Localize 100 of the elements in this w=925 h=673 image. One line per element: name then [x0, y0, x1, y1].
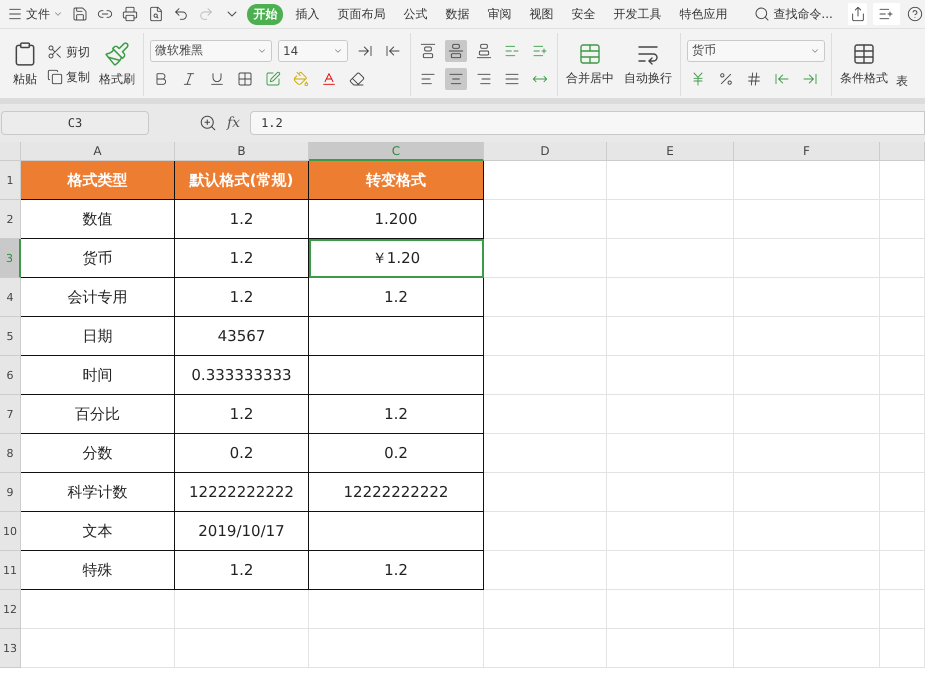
hash-icon [746, 70, 762, 86]
column-header[interactable] [880, 142, 925, 161]
wrap-button[interactable]: 自动换行 [622, 40, 674, 89]
row-header[interactable]: 1 [0, 161, 21, 200]
row-header[interactable]: 9 [0, 473, 21, 512]
select-all-corner[interactable] [0, 142, 21, 161]
table-cell: 百分比 [21, 395, 175, 434]
merge-button[interactable]: 合并居中 [564, 40, 616, 89]
table-cell: 0.333333333 [175, 356, 309, 395]
conditional-format-button[interactable]: 条件格式 [838, 40, 890, 89]
align-icon [476, 42, 492, 58]
align-icon [448, 42, 464, 58]
number-format-field[interactable]: 货币 [687, 40, 825, 62]
ribbon-tab[interactable]: 插入 [289, 4, 326, 24]
copy-button[interactable]: 复制 [46, 68, 91, 86]
table-cell: 43567 [175, 317, 309, 356]
list-icon [878, 6, 894, 22]
search-icon [754, 6, 770, 22]
function-button[interactable]: fx [227, 115, 240, 131]
undo-icon [173, 6, 190, 22]
cut-button[interactable]: 剪切 [46, 42, 91, 62]
table-cell: 1.2 [309, 395, 484, 434]
font-name-field[interactable]: 微软雅黑 [150, 40, 272, 62]
ribbon-tab[interactable]: 视图 [523, 4, 560, 24]
column-title: 默认格式(常规) [175, 161, 309, 200]
ribbon-tab[interactable]: 开发工具 [607, 4, 668, 24]
table-cell: 分数 [21, 434, 175, 473]
scissors-icon [47, 44, 63, 60]
table-cell: 1.2 [309, 278, 484, 317]
row-header[interactable]: 8 [0, 434, 21, 473]
template-button[interactable] [873, 3, 900, 25]
table-cell: 1.2 [309, 551, 484, 590]
table-cell: 会计专用 [21, 278, 175, 317]
column-header[interactable]: F [734, 142, 880, 161]
italic-icon [181, 70, 197, 86]
row-header[interactable]: 7 [0, 395, 21, 434]
printer-icon [122, 6, 138, 22]
percent-icon [718, 70, 734, 86]
vertical-align-button[interactable] [445, 40, 467, 62]
toolbar-label[interactable]: 表 [896, 73, 908, 90]
search-field[interactable]: 查找命令... [753, 4, 834, 24]
table-icon [852, 42, 876, 66]
paste-button[interactable]: 粘贴 [10, 39, 40, 90]
name-box[interactable]: C3 [1, 111, 149, 135]
table-cell: 科学计数 [21, 473, 175, 512]
zoom-icon [199, 114, 217, 132]
table-cell: 1.2 [175, 200, 309, 239]
column-title: 格式类型 [21, 161, 175, 200]
table-cell: 1.2 [175, 278, 309, 317]
share-icon [850, 6, 866, 22]
row-header[interactable]: 10 [0, 512, 21, 551]
column-header[interactable]: A [21, 142, 175, 161]
ribbon-tab[interactable]: 安全 [565, 4, 602, 24]
ribbon-tab[interactable]: 公式 [397, 4, 434, 24]
table-cell: 文本 [21, 512, 175, 551]
help-icon [907, 6, 924, 22]
horizontal-align-button[interactable] [445, 68, 467, 90]
file-menu[interactable]: 文件 [6, 4, 64, 24]
row-header[interactable]: 12 [0, 590, 21, 629]
table-cell: 1.200 [309, 200, 484, 239]
ribbon-tab[interactable]: 数据 [439, 4, 476, 24]
table-cell: 1.2 [175, 239, 309, 278]
merge-icon [578, 42, 602, 66]
copy-icon [47, 69, 63, 85]
menu-icon [7, 6, 23, 22]
pen-square-icon [265, 70, 281, 86]
table-cell: 特殊 [21, 551, 175, 590]
row-header[interactable]: 11 [0, 551, 21, 590]
formula-field[interactable]: 1.2 [250, 111, 925, 135]
ribbon-tab[interactable]: 审阅 [481, 4, 518, 24]
table-cell: 0.2 [309, 434, 484, 473]
column-header[interactable]: E [607, 142, 734, 161]
ribbon-tab[interactable]: 页面布局 [331, 4, 392, 24]
eraser-icon [349, 70, 365, 86]
table-cell: 12222222222 [175, 473, 309, 512]
table-cell: 12222222222 [309, 473, 484, 512]
row-header[interactable]: 13 [0, 629, 21, 668]
table-cell: 1.2 [175, 395, 309, 434]
row-header[interactable]: 6 [0, 356, 21, 395]
format-painter-button[interactable]: 格式刷 [97, 39, 137, 90]
table-cell: 1.2 [175, 551, 309, 590]
paint-bucket-icon [293, 70, 309, 86]
table-cell: 数值 [21, 200, 175, 239]
ribbon-tab[interactable]: 特色应用 [673, 4, 734, 24]
font-size-field[interactable]: 14 [278, 40, 348, 62]
table-cell: 时间 [21, 356, 175, 395]
table-cell: 日期 [21, 317, 175, 356]
brush-icon [104, 41, 130, 67]
row-header[interactable]: 2 [0, 200, 21, 239]
align-icon [420, 42, 436, 58]
redo-icon [198, 6, 214, 22]
table-cell: 2019/10/17 [175, 512, 309, 551]
table-cell: 货币 [21, 239, 175, 278]
column-header[interactable]: D [484, 142, 607, 161]
font-color-icon [321, 70, 337, 86]
row-header[interactable]: 4 [0, 278, 21, 317]
grid-icon [237, 70, 253, 86]
share-button[interactable] [848, 3, 868, 25]
column-header[interactable]: B [175, 142, 309, 161]
row-header[interactable]: 5 [0, 317, 21, 356]
